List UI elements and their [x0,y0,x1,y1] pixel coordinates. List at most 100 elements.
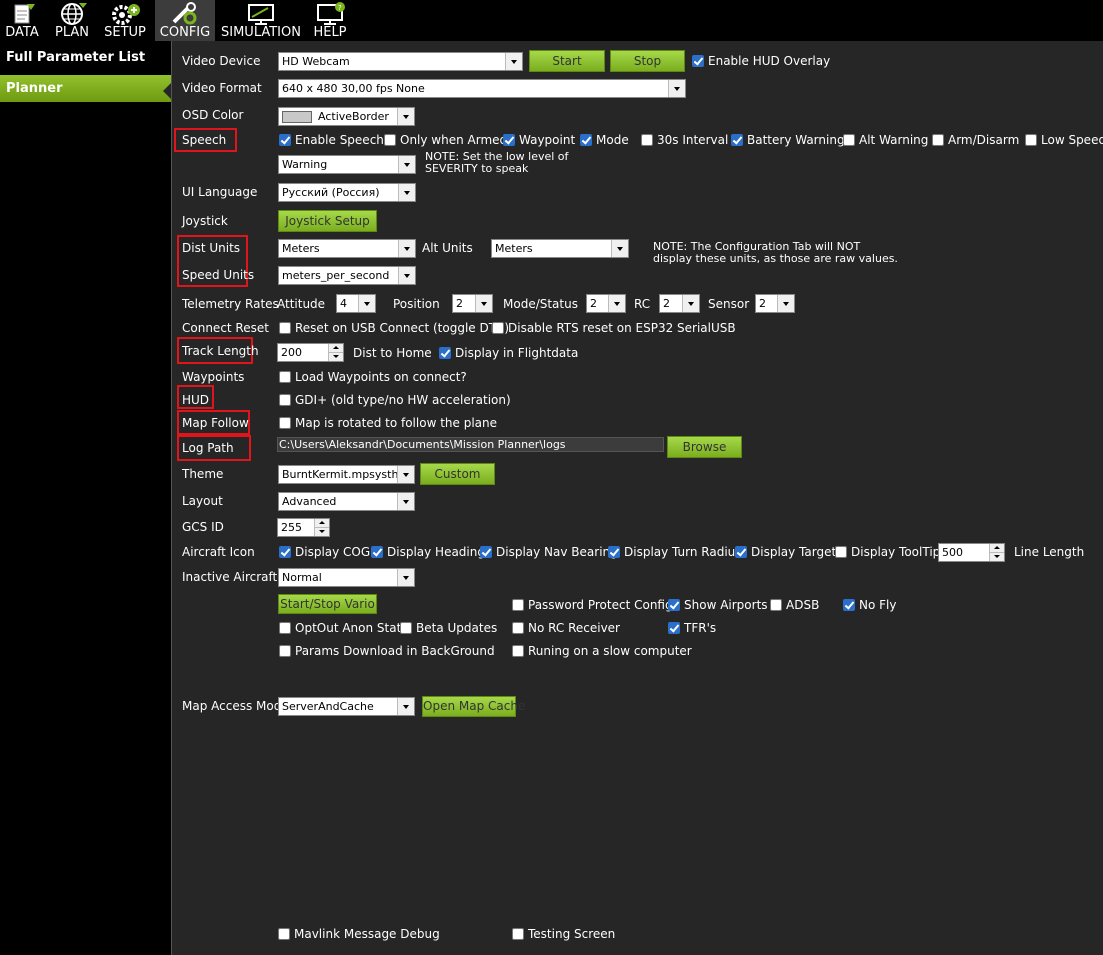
attitude-rate-select[interactable]: 4 [336,294,376,313]
gcs-id-value: 255 [281,521,302,534]
nav-simulation-button[interactable]: SIMULATION [218,0,304,41]
enable-speech-checkbox[interactable] [279,134,291,146]
ui-language-label: UI Language [182,185,258,199]
log-path-label: Log Path [182,441,234,455]
battery-warning-checkbox[interactable] [731,134,743,146]
waypoint-label: Waypoint [519,133,576,147]
stop-video-button[interactable]: Stop [610,50,685,72]
video-format-label: Video Format [182,81,262,95]
open-map-cache-button[interactable]: Open Map Cache [422,696,525,717]
waypoint-checkbox[interactable] [503,134,515,146]
track-length-spinner[interactable]: 200 [277,343,344,362]
30s-interval-checkbox[interactable] [641,134,653,146]
log-path-input[interactable]: C:\Users\Aleksandr\Documents\Mission Pla… [277,437,664,452]
nav-config-button[interactable]: CONFIG [155,0,215,41]
tfrs-checkbox[interactable] [668,622,680,634]
inactive-aircraft-value: Normal [282,571,322,584]
spin-down-icon[interactable] [989,552,1004,561]
chevron-down-icon [398,267,415,284]
beta-updates-checkbox[interactable] [400,622,412,634]
line-length-label: Line Length [1014,545,1085,559]
track-length-label: Track Length [182,344,259,358]
chevron-down-icon [505,53,522,70]
show-airports-label: Show Airports [684,598,768,612]
map-access-mode-select[interactable]: ServerAndCache [278,697,415,716]
only-when-armed-checkbox[interactable] [384,134,396,146]
low-speed-checkbox[interactable] [1025,134,1037,146]
severity-select[interactable]: Warning [278,155,416,174]
position-rate-select[interactable]: 2 [452,294,493,313]
spin-up-icon[interactable] [314,519,329,527]
sidebar-item-label: Planner [6,81,63,96]
spin-down-icon[interactable] [328,352,343,361]
arm-disarm-checkbox[interactable] [932,134,944,146]
map-rotated-label: Map is rotated to follow the plane [295,416,497,430]
display-target-checkbox[interactable] [735,546,747,558]
browse-button[interactable]: Browse [667,436,742,458]
gcs-id-spinner[interactable]: 255 [277,518,330,537]
load-waypoints-checkbox[interactable] [279,371,291,383]
display-turn-radius-checkbox[interactable] [608,546,620,558]
line-length-spinner[interactable]: 500 [938,543,1005,562]
reset-usb-checkbox[interactable] [279,322,291,334]
display-nav-bearing-checkbox[interactable] [480,546,492,558]
no-fly-checkbox[interactable] [843,599,855,611]
data-icon [14,4,35,24]
mode-status-rate-select[interactable]: 2 [586,294,626,313]
params-download-bg-checkbox[interactable] [279,645,291,657]
hud-overlay-checkbox[interactable] [692,55,704,67]
spin-down-icon[interactable] [314,527,329,536]
display-tooltip-checkbox[interactable] [835,546,847,558]
start-stop-vario-button[interactable]: Start/Stop Vario [278,594,377,614]
no-rc-receiver-checkbox[interactable] [512,622,524,634]
adsb-checkbox[interactable] [770,599,782,611]
disable-rts-checkbox[interactable] [492,322,504,334]
mavlink-debug-checkbox[interactable] [278,928,290,940]
start-video-button[interactable]: Start [529,50,605,72]
optout-anon-stats-checkbox[interactable] [279,622,291,634]
joystick-setup-button[interactable]: Joystick Setup [278,210,377,232]
alt-warning-checkbox[interactable] [843,134,855,146]
mode-checkbox[interactable] [580,134,592,146]
nav-help-button[interactable]: ? HELP [307,0,353,41]
custom-theme-button[interactable]: Custom [420,463,495,485]
osd-color-select[interactable]: ActiveBorder [278,107,415,126]
theme-label: Theme [182,467,224,481]
sensor-rate-select[interactable]: 2 [755,294,795,313]
speech-label: Speech [182,133,227,147]
nav-plan-button[interactable]: PLAN [49,0,95,41]
display-flightdata-checkbox[interactable] [439,347,451,359]
sidebar-item-full-parameter-list[interactable]: Full Parameter List [0,49,171,71]
sidebar-item-planner[interactable]: Planner [0,75,171,102]
display-heading-checkbox[interactable] [371,546,383,558]
map-rotated-checkbox[interactable] [279,417,291,429]
spin-up-icon[interactable] [989,544,1004,552]
30s-interval-label: 30s Interval [657,133,729,147]
ui-language-select[interactable]: Русский (Россия) [278,183,416,202]
speed-units-select[interactable]: meters_per_second [278,266,416,285]
display-heading-label: Display Heading [387,545,485,559]
testing-screen-checkbox[interactable] [512,928,524,940]
slow-computer-checkbox[interactable] [512,645,524,657]
video-device-select[interactable]: HD Webcam [278,52,523,71]
show-airports-checkbox[interactable] [668,599,680,611]
theme-select[interactable]: BurntKermit.mpsystheme [278,465,415,484]
joystick-label: Joystick [182,214,228,228]
video-format-select[interactable]: 640 x 480 30,00 fps None [278,79,686,98]
alt-units-select[interactable]: Meters [491,239,629,258]
nav-data-button[interactable]: DATA [0,0,44,41]
spin-up-icon[interactable] [328,344,343,352]
nav-setup-button[interactable]: SETUP [99,0,151,41]
inactive-aircraft-select[interactable]: Normal [278,568,415,587]
chevron-down-icon [668,80,685,97]
gdi-checkbox[interactable] [279,394,291,406]
chevron-down-icon [358,295,375,312]
display-cog-checkbox[interactable] [279,546,291,558]
slow-computer-label: Runing on a slow computer [528,644,692,658]
rc-rate-select[interactable]: 2 [659,294,700,313]
dist-units-select[interactable]: Meters [278,239,416,258]
units-note: NOTE: The Configuration Tab will NOT dis… [653,240,898,265]
chevron-down-icon [777,295,794,312]
layout-select[interactable]: Advanced [278,492,415,511]
password-protect-checkbox[interactable] [512,599,524,611]
